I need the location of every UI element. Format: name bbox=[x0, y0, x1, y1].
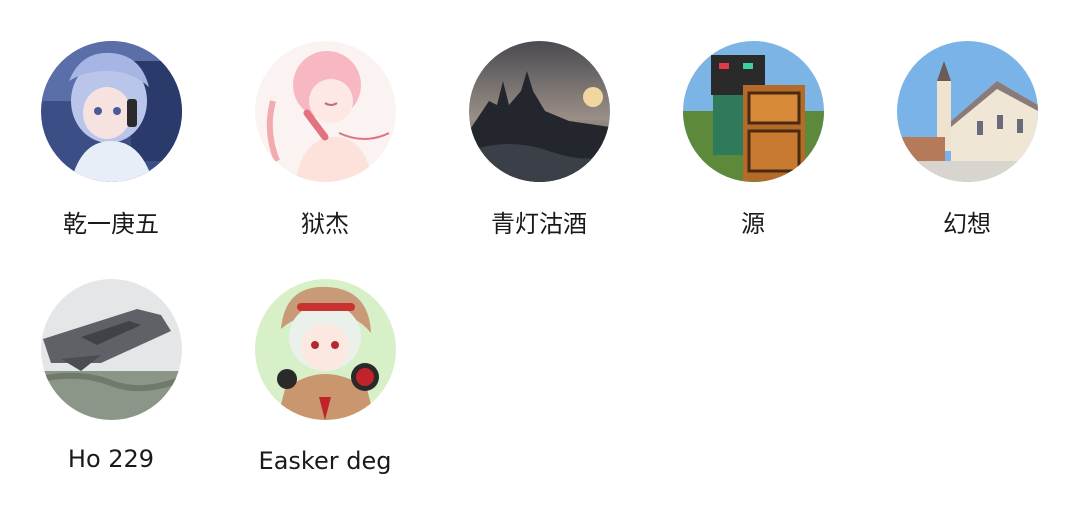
pink-anime-phone-avatar-icon[interactable] bbox=[254, 41, 396, 182]
member-name[interactable]: 幻想 bbox=[867, 204, 1067, 239]
church-town-avatar-icon[interactable] bbox=[896, 41, 1038, 182]
anime-headphones-avatar-icon[interactable] bbox=[254, 279, 396, 420]
member-name[interactable]: Ho 229 bbox=[11, 445, 211, 473]
member-name[interactable]: Easker deg bbox=[225, 447, 425, 475]
member-name[interactable]: 狱杰 bbox=[225, 204, 425, 239]
member-name[interactable]: 乾一庚五 bbox=[11, 204, 211, 239]
anime-girl-phone-avatar-icon[interactable] bbox=[40, 41, 182, 182]
flying-wing-aircraft-avatar-icon[interactable] bbox=[40, 279, 182, 420]
minecraft-character-avatar-icon[interactable] bbox=[682, 41, 824, 182]
castle-dusk-avatar-icon[interactable] bbox=[468, 41, 610, 182]
member-name[interactable]: 源 bbox=[653, 204, 853, 239]
member-name[interactable]: 青灯沽酒 bbox=[439, 204, 639, 239]
